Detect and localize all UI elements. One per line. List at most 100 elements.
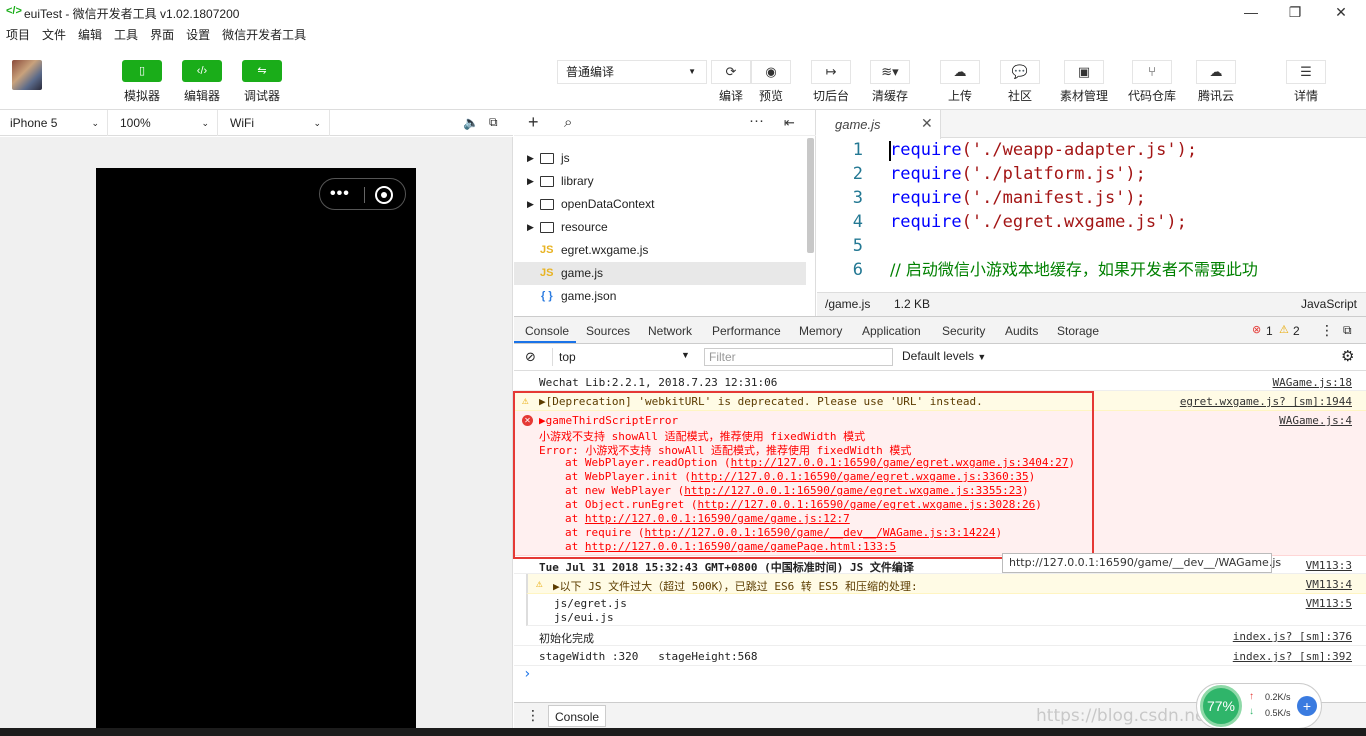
zoom-select[interactable]: 100% ⌄ (110, 110, 218, 136)
menu-wechat-devtools[interactable]: 微信开发者工具 (216, 24, 312, 46)
menu-project[interactable]: 项目 (0, 24, 36, 46)
capsule-menu[interactable]: ••• (319, 178, 406, 210)
tab-audits[interactable]: Audits (1005, 324, 1038, 338)
network-speed-widget[interactable]: 77% ↑ 0.2K/s ↓ 0.5K/s + (1196, 683, 1322, 729)
material-icon[interactable]: ▣ (1064, 60, 1104, 84)
avatar[interactable] (12, 60, 42, 90)
warning-count[interactable]: 2 (1293, 324, 1300, 338)
refresh-icon[interactable]: ⟳ (711, 60, 751, 84)
simulator-button-label[interactable]: 模拟器 (112, 87, 172, 104)
source-link[interactable]: egret.wxgame.js? [sm]:1944 (1180, 395, 1352, 408)
cloud-upload-icon[interactable]: ☁ (940, 60, 980, 84)
tree-item[interactable]: { } game.json (514, 285, 806, 308)
menu-edit[interactable]: 编辑 (72, 24, 108, 46)
debug-icon[interactable]: ⇋ (242, 60, 282, 82)
clear-cache-button-label[interactable]: 清缓存 (855, 87, 925, 104)
source-link[interactable]: VM113:3 (1306, 559, 1352, 572)
menu-tools[interactable]: 工具 (108, 24, 144, 46)
source-link[interactable]: VM113:4 (1306, 578, 1352, 591)
editor-tab[interactable]: game.js ✕ (817, 110, 941, 139)
gear-icon[interactable]: ⚙ (1341, 347, 1354, 365)
console-prompt[interactable]: › (523, 666, 531, 682)
tab-storage[interactable]: Storage (1057, 324, 1099, 338)
tab-performance[interactable]: Performance (712, 324, 781, 338)
code-line[interactable]: 3 require('./manifest.js'); (817, 186, 1357, 210)
tab-sources[interactable]: Sources (586, 324, 630, 338)
error-count-icon[interactable]: ⊗ (1252, 323, 1261, 336)
close-button[interactable]: ✕ (1326, 2, 1356, 22)
menu-settings[interactable]: 设置 (180, 24, 216, 46)
device-model: iPhone 5 (10, 116, 58, 130)
game-screen[interactable]: ••• (96, 168, 416, 736)
code-line[interactable]: 1 require('./weapp-adapter.js'); (817, 138, 1357, 162)
dock-icon[interactable]: ⧉ (1343, 323, 1352, 338)
tab-network[interactable]: Network (648, 324, 692, 338)
maximize-button[interactable]: ❐ (1280, 2, 1310, 22)
code-line[interactable]: 2 require('./platform.js'); (817, 162, 1357, 186)
source-link[interactable]: WAGame.js:18 (1273, 376, 1352, 389)
collapse-panel-icon[interactable]: ⇤ (784, 115, 795, 131)
community-button-label[interactable]: 社区 (985, 87, 1055, 104)
network-select[interactable]: WiFi ⌄ (220, 110, 330, 136)
kebab-menu-icon[interactable]: ⋮ (1320, 322, 1334, 339)
devtools-tab-bar: Console Sources Network Performance Memo… (514, 316, 1366, 344)
more-icon[interactable]: ••• (330, 185, 350, 203)
tree-item[interactable]: ▶ resource (514, 216, 806, 239)
search-icon[interactable]: ⌕ (564, 114, 572, 131)
clear-console-icon[interactable]: ⊘ (525, 349, 536, 365)
tree-item[interactable]: ▶ library (514, 170, 806, 193)
memory-usage: 77% (1200, 685, 1242, 727)
menu-view[interactable]: 界面 (144, 24, 180, 46)
material-button-label[interactable]: 素材管理 (1049, 87, 1119, 104)
source-link[interactable]: WAGame.js:4 (1279, 414, 1352, 427)
source-link[interactable]: index.js? [sm]:392 (1233, 650, 1352, 663)
repo-button-label[interactable]: 代码仓库 (1117, 87, 1187, 104)
tab-memory[interactable]: Memory (799, 324, 842, 338)
volume-icon[interactable]: 🔈 (463, 115, 479, 131)
tree-item[interactable]: ▶ js (514, 147, 806, 170)
editor-button-label[interactable]: 编辑器 (172, 87, 232, 104)
exit-icon[interactable] (375, 186, 393, 204)
switch-background-icon[interactable]: ↦ (811, 60, 851, 84)
more-icon[interactable]: ··· (749, 112, 764, 129)
tree-item[interactable]: JS egret.wxgame.js (514, 239, 806, 262)
tab-application[interactable]: Application (862, 324, 921, 338)
close-icon[interactable]: ✕ (921, 115, 933, 132)
file-tree-scrollbar[interactable] (807, 138, 814, 253)
source-link[interactable]: index.js? [sm]:376 (1233, 630, 1352, 643)
tree-item[interactable]: JS game.js (514, 262, 806, 285)
device-select[interactable]: iPhone 5 ⌄ (0, 110, 108, 136)
tencent-cloud-button-label[interactable]: 腾讯云 (1181, 87, 1251, 104)
minimize-button[interactable]: — (1236, 2, 1266, 22)
eye-icon[interactable]: ◉ (751, 60, 791, 84)
context-select[interactable]: top ▼ (552, 348, 692, 366)
layers-icon[interactable]: ≋▾ (870, 60, 910, 84)
error-count[interactable]: 1 (1266, 324, 1273, 338)
code-icon[interactable]: ‹/› (182, 60, 222, 82)
compile-mode-select[interactable]: 普通编译 ▼ (557, 60, 707, 84)
source-link[interactable]: VM113:5 (1306, 597, 1352, 610)
tree-item[interactable]: ▶ openDataContext (514, 193, 806, 216)
phone-icon[interactable]: ▯ (122, 60, 162, 82)
kebab-menu-icon[interactable]: ⋮ (526, 707, 540, 724)
add-icon[interactable]: + (1297, 696, 1317, 716)
debugger-button-label[interactable]: 调试器 (232, 87, 292, 104)
drawer-tab-console[interactable]: Console (548, 705, 607, 727)
filter-input[interactable]: Filter (704, 348, 893, 366)
log-levels-select[interactable]: Default levels ▼ (902, 349, 986, 363)
details-button-label[interactable]: 详情 (1271, 87, 1341, 104)
chat-icon[interactable]: 💬 (1000, 60, 1040, 84)
warning-count-icon[interactable]: ⚠ (1279, 323, 1289, 336)
tab-console[interactable]: Console (525, 324, 569, 338)
code-line[interactable]: 5 (817, 234, 1357, 258)
menu-file[interactable]: 文件 (36, 24, 72, 46)
toolbar: ▯ 模拟器 ‹/› 编辑器 ⇋ 调试器 普通编译 ▼ ⟳ 编译 ◉ 预览 ↦ 切… (0, 46, 1366, 110)
add-icon[interactable]: + (528, 112, 539, 133)
popout-icon[interactable]: ⧉ (489, 115, 498, 130)
code-line[interactable]: 6// 启动微信小游戏本地缓存，如果开发者不需要此功 (817, 258, 1357, 282)
branch-icon[interactable]: ⑂ (1132, 60, 1172, 84)
tab-security[interactable]: Security (942, 324, 985, 338)
menu-icon[interactable]: ☰ (1286, 60, 1326, 84)
code-line[interactable]: 4 require('./egret.wxgame.js'); (817, 210, 1357, 234)
cloud-icon[interactable]: ☁ (1196, 60, 1236, 84)
